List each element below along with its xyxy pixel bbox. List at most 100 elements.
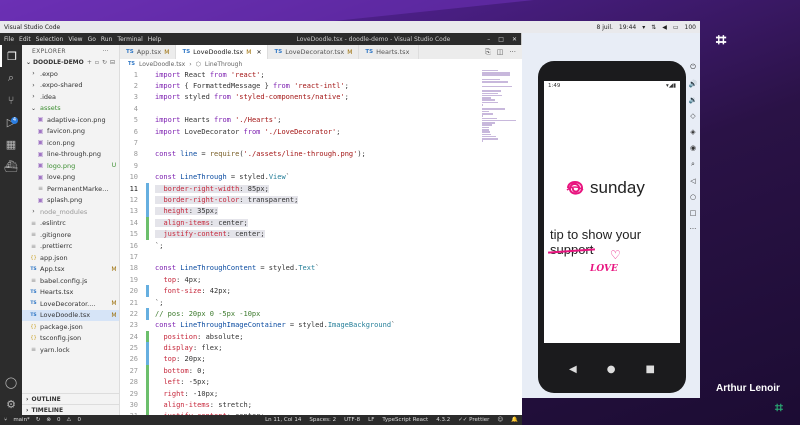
code-line[interactable]: 14 align-items: center; [120,217,480,229]
code-line[interactable]: 22 // pos: 20px 0 -5px -10px [120,308,480,320]
volume-icon[interactable]: ◀ [662,24,667,31]
maximize-icon[interactable]: □ [498,36,504,43]
network-icon[interactable]: ⇅ [651,24,656,31]
back-icon[interactable]: ◀ [569,364,577,375]
more-icon[interactable]: ··· [690,225,697,233]
code-line[interactable]: 20 font-size: 42px; [120,285,480,297]
code-line[interactable]: 25 display: flex; [120,342,480,354]
tree-item[interactable]: {} tsconfig.json [22,333,119,345]
menu-go[interactable]: Go [88,36,96,43]
tree-item[interactable]: {} package.json [22,321,119,333]
home-icon-tool[interactable]: ○ [690,193,696,201]
git-branch[interactable]: main* [13,417,30,423]
files-icon[interactable]: ❐ [0,45,22,67]
menu-help[interactable]: Help [148,36,162,43]
tree-item[interactable]: ▣ logo.png U [22,160,119,172]
back-icon-tool[interactable]: ◁ [690,177,695,185]
tree-item[interactable]: ▣ adaptive-icon.png [22,114,119,126]
tree-item[interactable]: ≡ .gitignore [22,229,119,241]
code-line[interactable]: 2 import { FormattedMessage } from 'react… [120,80,480,91]
code-line[interactable]: 6 import LoveDecorator from './LoveDecora… [120,126,480,137]
outline-section[interactable]: › OUTLINE [22,393,120,404]
phone-screen[interactable]: 1:49 ▾◢▮ sunday tip to show your support… [544,81,680,343]
tree-item[interactable]: ≡ yarn.lock [22,344,119,356]
breadcrumb-symbol[interactable]: LineThrough [205,61,242,68]
code-line[interactable]: 1 import React from 'react'; [120,69,480,80]
tree-item[interactable]: ▣ icon.png [22,137,119,149]
feedback-icon[interactable]: ☺ [497,417,503,423]
menu-edit[interactable]: Edit [19,36,31,43]
tab-lovedoodle-tsx[interactable]: TS LoveDoodle.tsx M ✕ [176,45,269,59]
indentation[interactable]: Spaces: 2 [309,417,336,423]
rotate-left-icon[interactable]: ◇ [690,112,695,120]
tab-lovedecorator-tsx[interactable]: TS LoveDecorator.tsx M [268,45,360,59]
ts-version[interactable]: 4.3.2 [436,417,450,423]
battery-icon[interactable]: ▭ [673,24,679,31]
code-line[interactable]: 8 const line = require('./assets/line-thr… [120,149,480,160]
collapse-icon[interactable]: ⊟ [110,59,115,66]
code-line[interactable]: 27 bottom: 0; [120,365,480,377]
code-line[interactable]: 24 position: absolute; [120,330,480,343]
tree-item[interactable]: ≡ .prettierrc [22,241,119,253]
code-line[interactable]: 17 [120,251,480,262]
settings-gear-icon[interactable]: ⚙ [0,393,22,415]
sync-icon[interactable]: ↻ [36,417,41,423]
tree-item[interactable]: TS LoveDoodle.tsx M [22,309,119,321]
tree-item[interactable]: › .idea [22,91,119,103]
overview-icon[interactable]: □ [690,209,697,217]
tree-item[interactable]: ▣ splash.png [22,195,119,207]
tree-item[interactable]: ≡ babel.config.js [22,275,119,287]
code-line[interactable]: 30 align-items: stretch; [120,399,480,411]
cursor-position[interactable]: Ln 11, Col 14 [265,417,301,423]
split-editor-icon[interactable]: ◫ [497,48,504,56]
new-file-icon[interactable]: + [87,59,92,66]
eol[interactable]: LF [368,417,374,423]
code-line[interactable]: 9 [120,160,480,171]
home-icon[interactable]: ● [607,364,616,375]
code-line[interactable]: 23 const LineThroughImageContainer = styl… [120,320,480,331]
error-count[interactable]: 0 [57,417,61,423]
code-line[interactable]: 13 height: 35px; [120,205,480,218]
open-changes-icon[interactable]: ⎘ [485,48,491,57]
code-line[interactable]: 29 right: -10px; [120,387,480,400]
close-icon[interactable]: ✕ [512,36,517,43]
menu-file[interactable]: File [4,36,14,43]
encoding[interactable]: UTF-8 [344,417,360,423]
code-line[interactable]: 15 justify-content: center; [120,228,480,240]
rotate-right-icon[interactable]: ◈ [690,128,695,136]
notifications-icon[interactable]: 🔔 [511,417,518,423]
extensions-icon[interactable]: ▦ [0,133,22,155]
recents-icon[interactable]: ■ [646,364,655,375]
branch-icon[interactable]: ⑂ [4,417,7,423]
language-mode[interactable]: TypeScript React [382,417,428,423]
menu-terminal[interactable]: Terminal [117,36,142,43]
volume-up-icon[interactable]: 🔊 [689,80,698,88]
timeline-section[interactable]: › TIMELINE [22,404,120,415]
tree-item[interactable]: › node_modules [22,206,119,218]
code-line[interactable]: 11 border-right-width: 85px; [120,182,480,195]
source-control-icon[interactable]: ⑂ [0,89,22,111]
tree-item[interactable]: ▣ line-through.png [22,149,119,161]
tab-close-icon[interactable]: ✕ [256,49,261,56]
account-icon[interactable]: ◯ [0,371,22,393]
tree-item[interactable]: ⌄ assets [22,103,119,115]
code-line[interactable]: 16 `; [120,240,480,251]
tree-item[interactable]: › .expo-shared [22,80,119,92]
code-line[interactable]: 28 left: -5px; [120,376,480,388]
language-icon[interactable]: ▾ [642,24,645,31]
code-line[interactable]: 3 import styled from 'styled-components/n… [120,92,480,103]
power-icon[interactable]: ⏻ [690,63,696,72]
more-actions-icon[interactable]: ··· [102,48,109,55]
code-line[interactable]: 19 top: 4px; [120,274,480,285]
refresh-icon[interactable]: ↻ [102,59,107,66]
code-editor[interactable]: 1 import React from 'react'; 2 import { For… [120,69,480,425]
menu-view[interactable]: View [68,36,82,43]
menu-selection[interactable]: Selection [36,36,64,43]
new-folder-icon[interactable]: ▫ [95,59,99,66]
zoom-icon[interactable]: ⌕ [691,160,695,169]
tree-item[interactable]: {} app.json [22,252,119,264]
code-line[interactable]: 5 import Hearts from './Hearts'; [120,115,480,126]
code-line[interactable]: 12 border-right-color: transparent; [120,194,480,206]
code-line[interactable]: 10 const LineThrough = styled.View` [120,172,480,183]
minimap[interactable] [482,69,518,142]
